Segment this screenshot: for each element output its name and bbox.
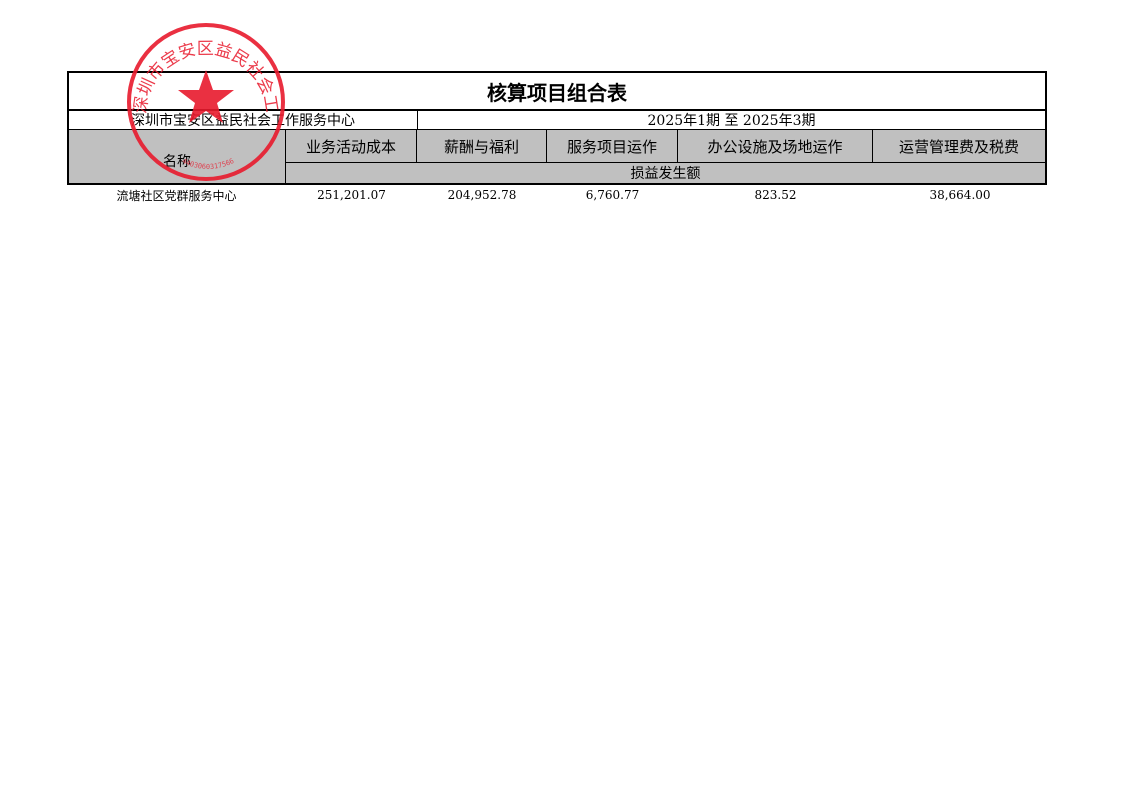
row-value: 823.52: [754, 188, 797, 202]
organization-name: 深圳市宝安区益民社会工作服务中心: [69, 111, 418, 129]
header-subheading: 损益发生额: [286, 163, 1045, 183]
header-col-salary: 薪酬与福利: [417, 130, 547, 162]
row-name: 流塘社区党群服务中心: [116, 188, 237, 203]
meta-row: 深圳市宝安区益民社会工作服务中心 2025年1期 至 2025年3期: [67, 111, 1047, 130]
report-title: 核算项目组合表: [67, 71, 1047, 111]
header-name: 名称: [69, 130, 286, 183]
row-value: 251,201.07: [317, 188, 386, 202]
header-col-office-facilities: 办公设施及场地运作: [678, 130, 873, 162]
row-value: 204,952.78: [447, 188, 517, 202]
header-col-service-project: 服务项目运作: [547, 130, 678, 162]
header-col-business-cost: 业务活动成本: [286, 130, 417, 162]
header-col-management-tax: 运营管理费及税费: [873, 130, 1045, 162]
row-value: 38,664.00: [929, 188, 991, 202]
table-header: 名称 业务活动成本 薪酬与福利 服务项目运作 办公设施及场地运作 运营管理费及税…: [67, 130, 1047, 185]
report-sheet: 核算项目组合表 深圳市宝安区益民社会工作服务中心 2025年1期 至 2025年…: [67, 71, 1047, 205]
row-value: 6,760.77: [585, 188, 640, 202]
period-range: 2025年1期 至 2025年3期: [647, 113, 816, 129]
table-row: 流塘社区党群服务中心 251,201.07 204,952.78 6,760.7…: [67, 185, 1047, 205]
